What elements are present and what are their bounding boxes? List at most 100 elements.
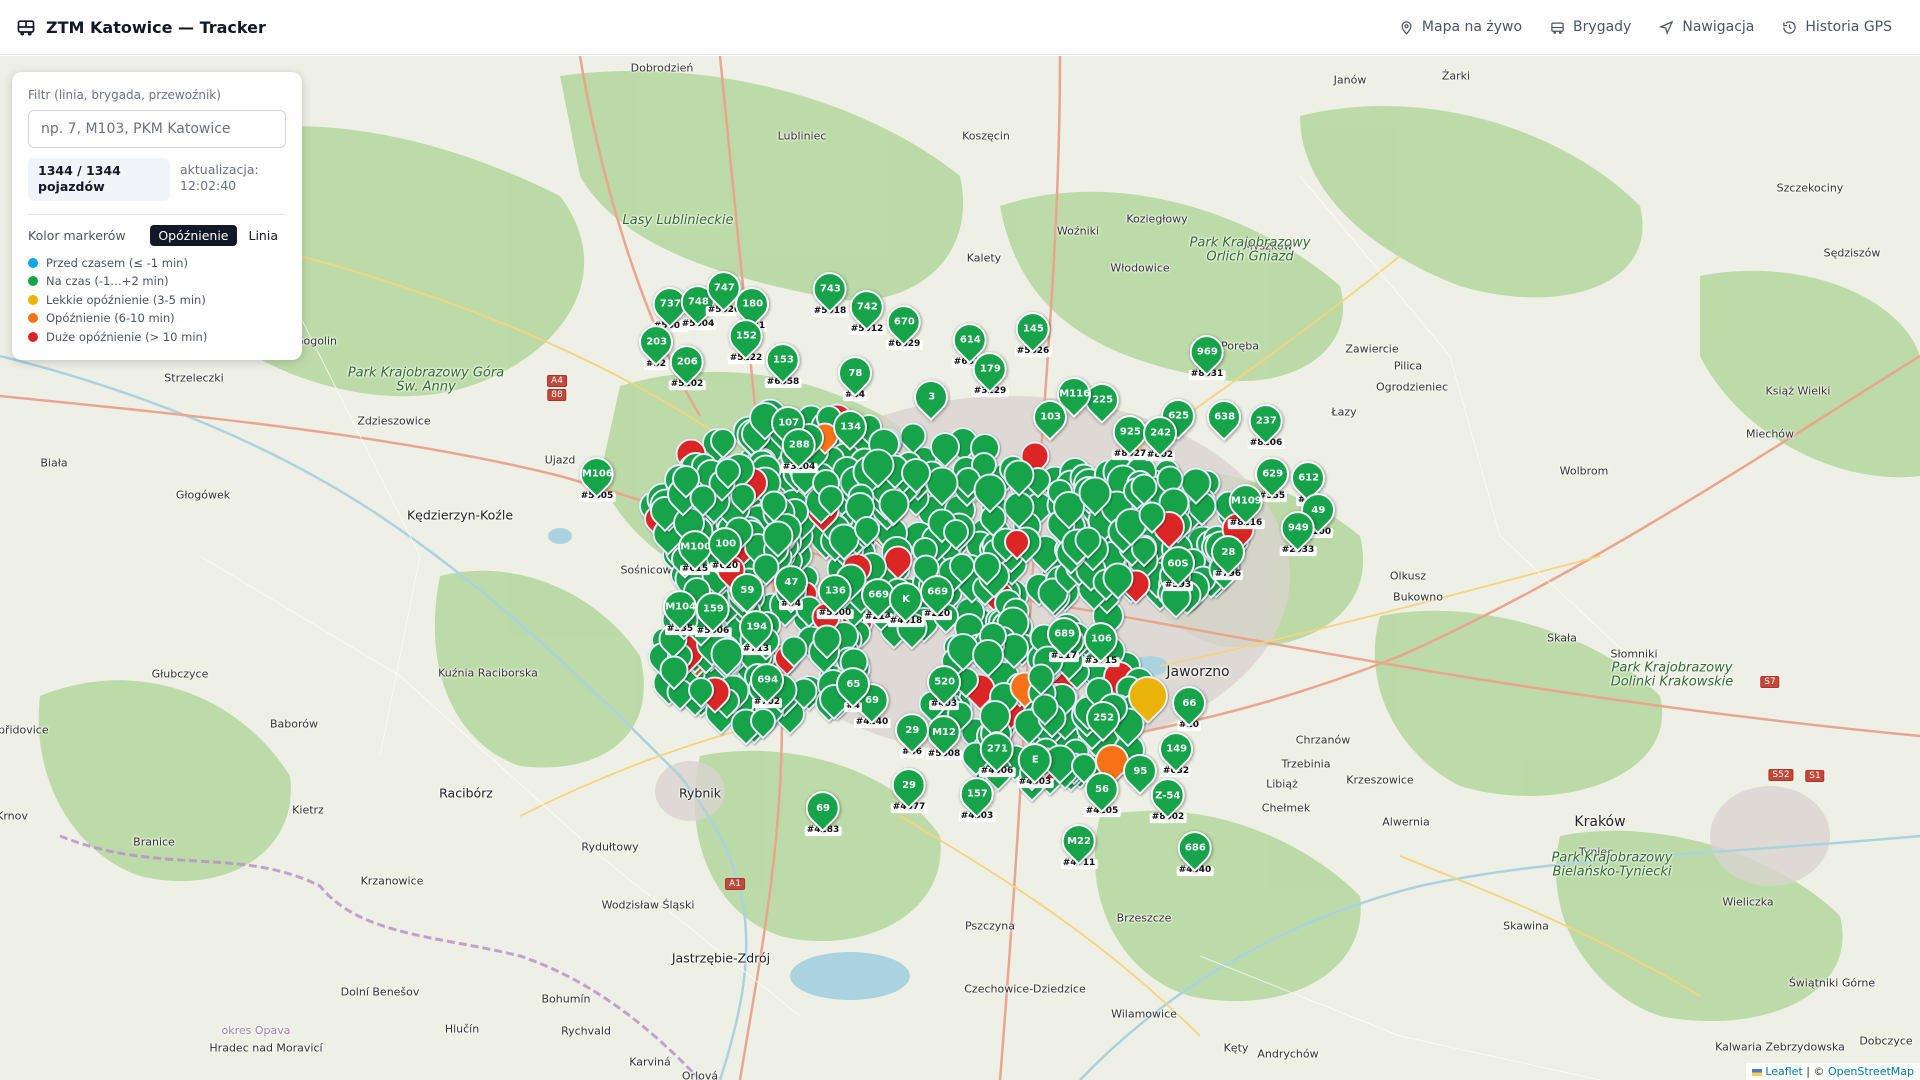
vehicle-marker[interactable]: 56#4105 bbox=[1077, 765, 1127, 817]
vehicle-marker[interactable]: M22#4711 bbox=[1054, 817, 1104, 869]
vehicle-pin: 78 bbox=[830, 349, 880, 398]
legend-item: Lekkie opóźnienie (3-5 min) bbox=[28, 291, 286, 310]
app-title: ZTM Katowice — Tracker bbox=[46, 17, 266, 37]
vehicle-marker[interactable]: 47#94 bbox=[766, 558, 816, 610]
vehicle-marker[interactable]: 670#6629 bbox=[879, 298, 929, 350]
nav-gps-history[interactable]: Historia GPS bbox=[1782, 19, 1892, 35]
vehicle-marker[interactable]: 69#4283 bbox=[798, 784, 848, 836]
vehicle-marker[interactable]: 106#3715 bbox=[1076, 615, 1126, 667]
vehicle-line-label: 271 bbox=[986, 743, 1008, 755]
vehicle-marker[interactable]: 743#5018 bbox=[805, 265, 855, 317]
vehicle-marker[interactable]: 949#2033 bbox=[1273, 504, 1323, 556]
vehicle-pin: 669 bbox=[912, 568, 962, 617]
vehicle-line-label: 134 bbox=[839, 421, 861, 433]
vehicle-marker[interactable]: M109#8216 bbox=[1221, 477, 1271, 529]
nav-navigation[interactable]: Nawigacja bbox=[1659, 19, 1754, 35]
vehicle-line-label: K bbox=[902, 593, 910, 605]
navigation-icon bbox=[1659, 20, 1674, 35]
vehicle-marker[interactable]: 157#4303 bbox=[952, 770, 1002, 822]
vehicle-marker[interactable]: 153#6558 bbox=[758, 336, 808, 388]
vehicle-marker[interactable]: 159#5006 bbox=[688, 585, 738, 637]
vehicle-marker[interactable]: 520#403 bbox=[919, 658, 969, 710]
legend-label: Duże opóźnienie (> 10 min) bbox=[46, 329, 208, 344]
vehicle-marker[interactable]: 59 bbox=[722, 565, 772, 615]
vehicle-marker[interactable]: E#4903 bbox=[1010, 736, 1060, 788]
nav-live-map[interactable]: Mapa na żywo bbox=[1399, 19, 1522, 35]
nav-label: Mapa na żywo bbox=[1421, 19, 1523, 35]
vehicle-line-label: 179 bbox=[979, 363, 1001, 375]
vehicle-pin: 689 bbox=[1039, 610, 1089, 659]
vehicle-marker[interactable]: 206#5102 bbox=[662, 338, 712, 390]
vehicle-marker[interactable]: 969#8031 bbox=[1182, 328, 1232, 380]
vehicle-marker[interactable]: 149#632 bbox=[1151, 725, 1201, 777]
vehicle-pin: 65 bbox=[828, 660, 878, 709]
vehicle-pin: 3 bbox=[906, 372, 956, 422]
vehicle-line-label: 66 bbox=[1182, 697, 1196, 709]
vehicle-marker[interactable]: 3 bbox=[906, 372, 956, 422]
vehicle-marker[interactable]: 288#3104 bbox=[774, 421, 824, 473]
vehicle-line-label: 95 bbox=[1133, 765, 1147, 777]
vehicle-marker[interactable]: 136#5000 bbox=[810, 567, 860, 619]
vehicle-marker[interactable]: 152#5222 bbox=[721, 312, 771, 364]
vehicle-line-label: 69 bbox=[816, 802, 830, 814]
vehicle-marker[interactable]: 29#46 bbox=[887, 706, 937, 758]
vehicle-pin: 638 bbox=[1199, 392, 1249, 442]
legend-dot bbox=[28, 294, 38, 305]
vehicle-line-label: 47 bbox=[784, 576, 798, 588]
vehicle-pin: 100 bbox=[700, 520, 750, 569]
vehicle-line-label: 103 bbox=[1039, 411, 1061, 423]
nav-brigades[interactable]: Brygady bbox=[1550, 19, 1631, 35]
filter-input[interactable] bbox=[28, 110, 286, 148]
vehicle-marker[interactable]: M12#5608 bbox=[919, 708, 969, 760]
vehicle-line-label: 670 bbox=[893, 316, 915, 328]
vehicle-marker[interactable]: 271#4006 bbox=[972, 725, 1022, 777]
vehicle-marker[interactable]: 60S#593 bbox=[1153, 539, 1203, 591]
vehicle-line-label: 106 bbox=[1090, 633, 1112, 645]
vehicle-line-label: 612 bbox=[1297, 472, 1319, 484]
vehicle-marker[interactable]: 103 bbox=[1025, 392, 1075, 442]
vehicle-marker[interactable]: Z-54#8002 bbox=[1143, 771, 1193, 823]
app-brand[interactable]: ZTM Katowice — Tracker bbox=[16, 17, 266, 37]
vehicle-marker[interactable]: 78#64 bbox=[830, 349, 880, 401]
vehicle-pin: 47 bbox=[766, 558, 816, 607]
vehicle-marker[interactable]: 100#620 bbox=[700, 520, 750, 572]
vehicle-line-label: 743 bbox=[819, 283, 841, 295]
vehicle-marker[interactable]: M100#615 bbox=[670, 523, 720, 575]
vehicle-line-label: M104 bbox=[664, 601, 696, 613]
vehicle-marker[interactable]: 145#5626 bbox=[1008, 305, 1058, 357]
legend-item: Opóźnienie (6-10 min) bbox=[28, 309, 286, 328]
vehicle-marker[interactable]: 669#220 bbox=[912, 568, 962, 620]
vehicle-marker[interactable]: 194#713 bbox=[731, 603, 781, 655]
vehicle-line-label: 60S bbox=[1167, 557, 1189, 569]
vehicle-line-label: 737 bbox=[659, 298, 681, 310]
toggle-delay-button[interactable]: Opóźnienie bbox=[150, 224, 237, 246]
vehicle-line-label: 206 bbox=[676, 356, 698, 368]
vehicle-marker[interactable]: 242#802 bbox=[1135, 409, 1185, 461]
vehicle-marker[interactable]: 638 bbox=[1199, 392, 1249, 442]
nav-label: Historia GPS bbox=[1805, 19, 1892, 35]
vehicle-marker[interactable]: 134 bbox=[825, 402, 875, 452]
vehicle-line-label: 629 bbox=[1261, 468, 1283, 480]
vehicle-line-label: 925 bbox=[1119, 426, 1141, 438]
vehicle-marker[interactable]: 252 bbox=[1078, 693, 1128, 743]
vehicle-line-label: 669 bbox=[926, 586, 948, 598]
vehicle-marker[interactable]: 694#702 bbox=[742, 656, 792, 708]
bus-icon bbox=[1551, 22, 1564, 34]
vehicle-line-label: 520 bbox=[933, 676, 955, 688]
vehicle-marker[interactable]: 65#4 bbox=[828, 660, 878, 712]
vehicle-marker[interactable]: 689#317 bbox=[1039, 610, 1089, 662]
vehicle-line-label: 100 bbox=[714, 538, 736, 550]
filter-panel: Filtr (linia, brygada, przewoźnik) 1344 … bbox=[12, 72, 302, 360]
vehicle-marker[interactable]: M104#335 bbox=[655, 583, 705, 635]
vehicle-marker[interactable]: 28#796 bbox=[1203, 528, 1253, 580]
vehicle-marker[interactable]: 29#4677 bbox=[884, 761, 934, 813]
vehicle-marker[interactable]: 179#3129 bbox=[965, 345, 1015, 397]
osm-link[interactable]: OpenStreetMap bbox=[1828, 1065, 1914, 1078]
vehicle-marker[interactable]: M106#5405 bbox=[572, 450, 622, 502]
vehicle-marker[interactable]: 686#4340 bbox=[1170, 824, 1220, 876]
leaflet-link[interactable]: Leaflet bbox=[1765, 1065, 1802, 1078]
vehicle-marker[interactable]: 66#10 bbox=[1164, 679, 1214, 731]
toggle-line-button[interactable]: Linia bbox=[241, 225, 287, 246]
vehicle-marker[interactable]: 742#5012 bbox=[842, 283, 892, 335]
vehicle-marker[interactable]: 237#8206 bbox=[1241, 397, 1291, 449]
